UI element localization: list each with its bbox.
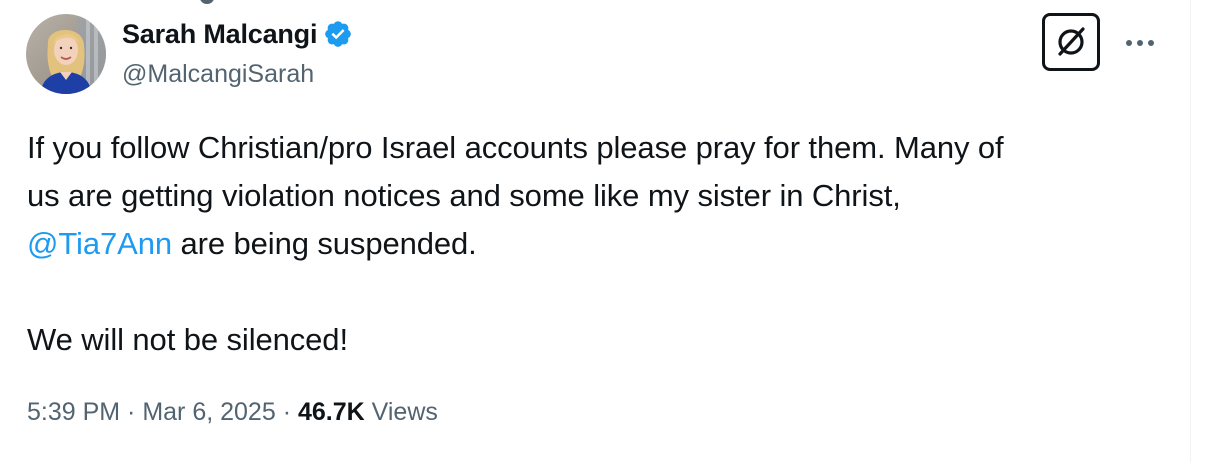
verified-badge-icon[interactable] xyxy=(323,19,353,49)
avatar-image xyxy=(26,14,106,94)
tweet-text-fragment: are being suspended. xyxy=(171,226,477,261)
meta-separator: · xyxy=(275,398,298,426)
avatar[interactable] xyxy=(26,14,106,94)
tweet-text: If you follow Christian/pro Israel accou… xyxy=(27,124,1167,364)
views-label: Views xyxy=(364,398,438,426)
more-dots-icon xyxy=(1126,40,1154,46)
tweet-text-line: We will not be silenced! xyxy=(27,322,348,357)
tweet-time[interactable]: 5:39 PM xyxy=(27,398,120,426)
tweet-text-line: us are getting violation notices and som… xyxy=(27,178,901,213)
tweet-text-line: @Tia7Ann are being suspended. xyxy=(27,220,1167,268)
author-name-row: Sarah Malcangi xyxy=(122,16,353,52)
more-options-button[interactable] xyxy=(1120,28,1160,58)
author-display-name[interactable]: Sarah Malcangi xyxy=(122,16,317,52)
timeline-border xyxy=(1190,0,1191,463)
mention-link[interactable]: @Tia7Ann xyxy=(27,226,172,261)
tweet-text-line: If you follow Christian/pro Israel accou… xyxy=(27,130,1004,165)
author-handle[interactable]: @MalcangiSarah xyxy=(122,56,314,92)
tweet: Sarah Malcangi @MalcangiSarah If you fol… xyxy=(0,0,1190,463)
views-count[interactable]: 46.7K xyxy=(298,398,365,426)
tweet-date[interactable]: Mar 6, 2025 xyxy=(142,398,275,426)
grok-button[interactable] xyxy=(1042,13,1100,71)
tweet-meta: 5:39 PM · Mar 6, 2025 · 46.7K Views xyxy=(27,394,438,430)
grok-icon xyxy=(1058,27,1085,56)
meta-separator: · xyxy=(120,398,143,426)
